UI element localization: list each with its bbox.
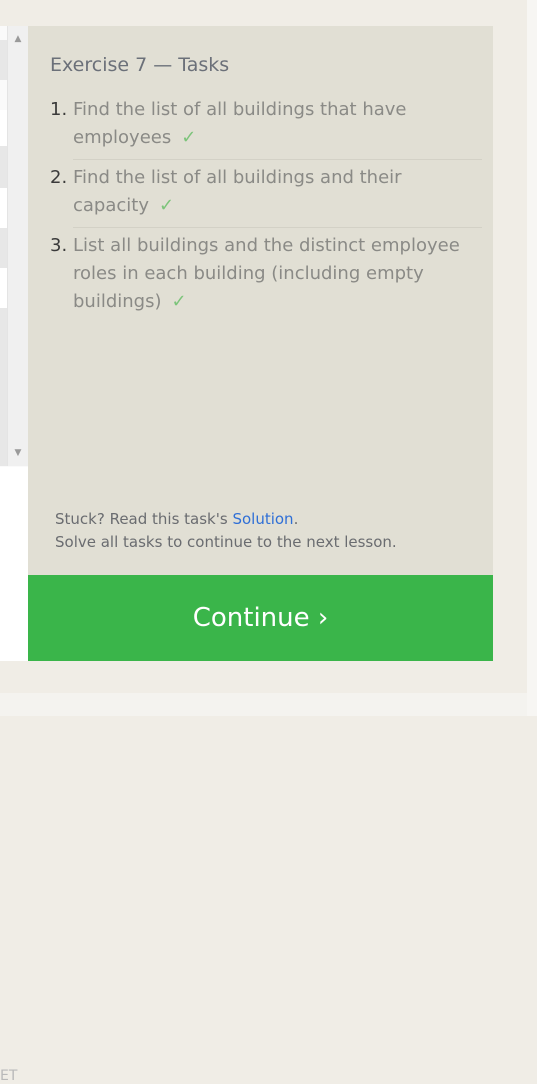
exercise-title: Exercise 7 — Tasks: [50, 54, 230, 76]
check-icon: ✓: [171, 291, 187, 312]
results-scrollbar[interactable]: ▲ ▼: [7, 26, 28, 466]
check-icon: ✓: [159, 195, 175, 216]
page-right-edge: [527, 0, 537, 716]
table-row: [0, 110, 7, 146]
task-text: Find the list of all buildings and their…: [73, 167, 402, 216]
scroll-down-arrow-icon[interactable]: ▼: [8, 444, 28, 462]
tasks-panel: Exercise 7 — Tasks 1. Find the list of a…: [28, 26, 493, 575]
task-item: 3. List all buildings and the distinct e…: [50, 228, 482, 324]
table-row: [0, 268, 7, 308]
task-text: List all buildings and the distinct empl…: [73, 235, 460, 312]
page-bottom-strip: [0, 693, 527, 716]
task-item: 2. Find the list of all buildings and th…: [50, 160, 482, 228]
solve-all-text: Solve all tasks to continue to the next …: [55, 533, 397, 551]
truncated-button-label[interactable]: ET: [0, 1068, 17, 1084]
check-icon: ✓: [181, 127, 197, 148]
table-row: [0, 308, 7, 466]
results-rows: [0, 26, 7, 466]
query-results-panel: ▲ ▼ ET: [0, 26, 28, 1084]
task-item: 1. Find the list of all buildings that h…: [50, 92, 482, 160]
task-number: 3.: [50, 235, 68, 256]
scroll-up-arrow-icon[interactable]: ▲: [8, 30, 28, 48]
query-editor-area[interactable]: ET: [0, 467, 28, 1084]
task-number: 2.: [50, 167, 68, 188]
task-text: Find the list of all buildings that have…: [73, 99, 407, 148]
stuck-suffix: .: [293, 510, 299, 528]
continue-button[interactable]: Continue ›: [28, 575, 493, 661]
help-text: Stuck? Read this task's Solution. Solve …: [55, 508, 397, 554]
task-number: 1.: [50, 99, 68, 120]
table-row: [0, 228, 7, 268]
solution-link[interactable]: Solution: [232, 510, 293, 528]
table-row: [0, 40, 7, 80]
table-row: [0, 188, 7, 228]
task-list: 1. Find the list of all buildings that h…: [50, 92, 482, 324]
stuck-prefix: Stuck? Read this task's: [55, 510, 233, 528]
table-row: [0, 146, 7, 188]
